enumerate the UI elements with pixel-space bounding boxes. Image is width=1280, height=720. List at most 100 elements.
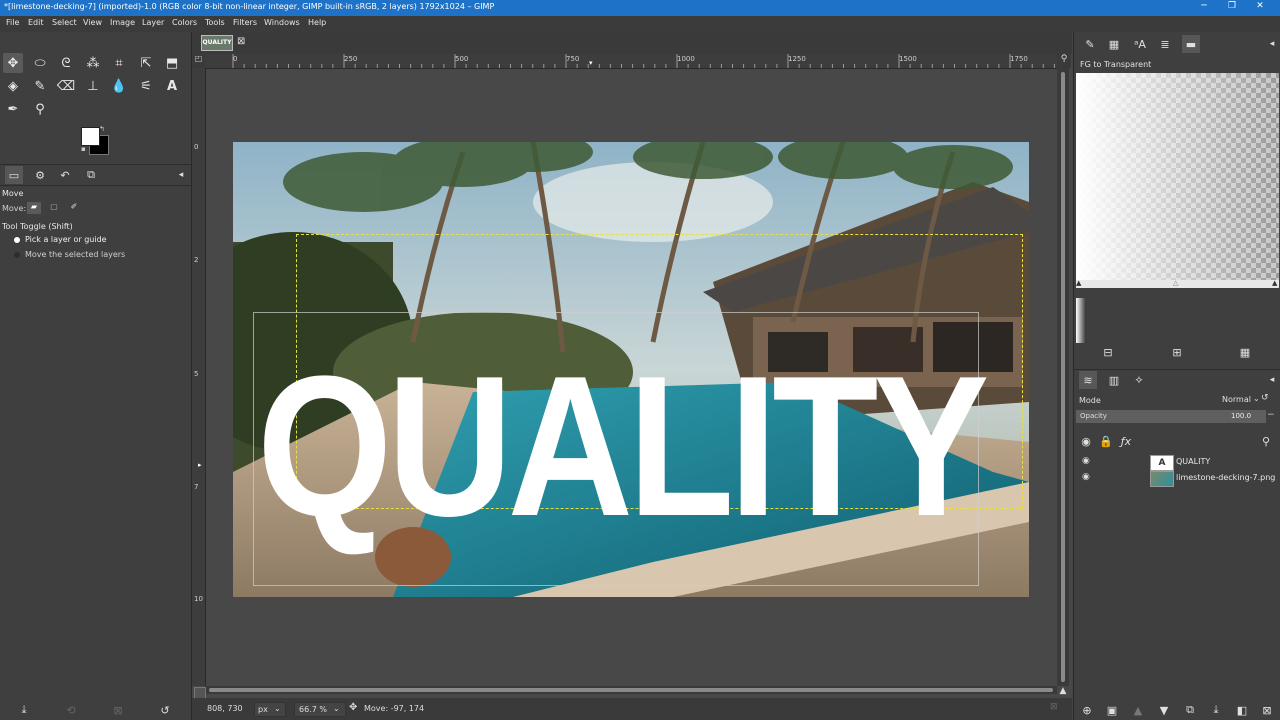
layer-item-quality[interactable]: ◉ A QUALITY — [1076, 454, 1279, 471]
opacity-slider[interactable]: Opacity 100.0 — [1076, 410, 1266, 423]
quality-text[interactable]: QUALITY — [257, 332, 989, 562]
swap-colors-icon[interactable]: ↰ — [99, 125, 105, 133]
close-tab-icon[interactable]: ⊠ — [237, 36, 245, 47]
cancel-action-icon[interactable]: ⊠ — [1050, 702, 1058, 712]
lower-layer-icon[interactable]: ▼ — [1155, 701, 1173, 719]
merge-layer-icon[interactable]: ⤓ — [1207, 701, 1225, 719]
text-tool-icon[interactable]: A — [162, 76, 182, 96]
image-canvas[interactable]: QUALITY ✛ — [233, 142, 1029, 597]
right-stop-icon[interactable]: ▲ — [1272, 279, 1277, 287]
channels-tab-icon[interactable]: ▥ — [1105, 371, 1123, 389]
move-selection-mode-icon[interactable]: ▢ — [47, 202, 61, 214]
warp-transform-icon[interactable]: ⬒ — [162, 53, 182, 73]
crop-icon[interactable]: ⌗ — [109, 53, 129, 73]
foreground-color-swatch[interactable] — [81, 127, 100, 146]
menu-windows[interactable]: Windows — [264, 18, 300, 27]
move-tool-icon[interactable]: ✥ — [3, 53, 23, 73]
fuzzy-select-icon[interactable]: ⁂ — [83, 53, 103, 73]
paths-icon[interactable]: ⚟ — [136, 76, 156, 96]
horizontal-scrollbar[interactable] — [205, 686, 1057, 694]
unit-select[interactable]: px ⌄ — [254, 702, 286, 717]
zoom-select[interactable]: 66.7 % ⌄ — [294, 702, 346, 717]
layer-mode-reset-icon[interactable]: ↺ — [1261, 393, 1269, 403]
pick-layer-radio[interactable] — [14, 237, 20, 243]
patterns-tab-icon[interactable]: ▦ — [1105, 35, 1123, 53]
device-status-tab-icon[interactable]: ⚙ — [31, 166, 49, 184]
menu-colors[interactable]: Colors — [172, 18, 197, 27]
bucket-fill-icon[interactable]: ◈ — [3, 76, 23, 96]
fonts-tab-icon[interactable]: ᵃA — [1131, 35, 1149, 53]
mask-layer-icon[interactable]: ◧ — [1233, 701, 1251, 719]
lock-icon[interactable]: 🔒 — [1097, 432, 1115, 450]
tool-options-tab-icon[interactable]: ▭ — [5, 166, 23, 184]
ellipse-select-icon[interactable]: ⬭ — [30, 53, 50, 73]
gradient-list-thumb[interactable] — [1076, 298, 1086, 343]
zoom-icon[interactable]: ⚲ — [30, 99, 50, 119]
vertical-scrollbar[interactable] — [1057, 68, 1069, 686]
vertical-scroll-thumb[interactable] — [1061, 72, 1065, 682]
delete-options-icon[interactable]: ⊠ — [109, 701, 127, 719]
mode-select[interactable]: Normal ⌄ — [1222, 394, 1260, 406]
view-as-grid-icon[interactable]: ▦ — [1236, 343, 1254, 361]
duplicate-layer-icon[interactable]: ⧉ — [1181, 701, 1199, 719]
search-icon[interactable]: ⚲ — [1257, 432, 1275, 450]
horizontal-ruler[interactable]: 0 250 500 750 1000 1250 1500 1750 ▾ — [205, 54, 1057, 69]
menu-layer[interactable]: Layer — [142, 18, 164, 27]
zoom-out-icon[interactable]: ⊟ — [1099, 343, 1117, 361]
move-path-mode-icon[interactable]: ✐ — [67, 202, 81, 214]
menu-edit[interactable]: Edit — [28, 18, 44, 27]
navigate-icon[interactable]: ▲ — [1057, 686, 1069, 698]
new-layer-icon[interactable]: ⊕ — [1078, 701, 1096, 719]
paths-tab-icon[interactable]: ⟡ — [1130, 371, 1148, 389]
brushes-tab-icon[interactable]: ✎ — [1081, 35, 1099, 53]
smudge-icon[interactable]: 💧 — [109, 76, 129, 96]
images-tab-icon[interactable]: ⧉ — [82, 166, 100, 184]
delete-layer-icon[interactable]: ⊠ — [1258, 701, 1276, 719]
unified-transform-icon[interactable]: ⇱ — [136, 53, 156, 73]
clone-icon[interactable]: ⊥ — [83, 76, 103, 96]
color-picker-icon[interactable]: ✒ — [3, 99, 23, 119]
opacity-decrease-icon[interactable]: − — [1267, 410, 1275, 420]
layers-tab-icon[interactable]: ≋ — [1079, 371, 1097, 389]
new-layer-group-icon[interactable]: ▣ — [1103, 701, 1121, 719]
maximize-icon[interactable]: ❐ — [1224, 1, 1240, 11]
move-selected-radio[interactable] — [14, 252, 20, 258]
menu-view[interactable]: View — [83, 18, 102, 27]
fx-icon[interactable]: ƒx — [1117, 432, 1135, 450]
gradient-stops-bar[interactable]: ▲ △ ▲ — [1076, 279, 1279, 288]
layer-eye-icon[interactable]: ◉ — [1082, 456, 1090, 466]
move-layer-mode-icon[interactable]: ▰ — [27, 202, 41, 214]
document-history-tab-icon[interactable]: ≣ — [1156, 35, 1174, 53]
vertical-ruler[interactable]: 0 2 5 7 10 ▸ — [192, 68, 206, 686]
layer-eye-icon[interactable]: ◉ — [1082, 472, 1090, 482]
configure-brushes-tab-icon[interactable]: ◂ — [1263, 35, 1280, 53]
default-colors-icon[interactable]: ▪ — [81, 145, 86, 153]
configure-layers-tab-icon[interactable]: ◂ — [1263, 371, 1280, 389]
menu-tools[interactable]: Tools — [205, 18, 225, 27]
close-icon[interactable]: ✕ — [1252, 1, 1268, 11]
mid-stop-icon[interactable]: △ — [1173, 279, 1178, 287]
paintbrush-icon[interactable]: ✎ — [30, 76, 50, 96]
gradients-tab-icon[interactable]: ▬ — [1182, 35, 1200, 53]
gradient-preview[interactable] — [1076, 73, 1279, 280]
image-tab-thumbnail[interactable]: QUALITY — [201, 35, 233, 51]
restore-options-icon[interactable]: ⟲ — [62, 701, 80, 719]
menu-image[interactable]: Image — [110, 18, 135, 27]
eraser-icon[interactable]: ⌫ — [56, 76, 76, 96]
reset-options-icon[interactable]: ↺ — [156, 701, 174, 719]
left-stop-icon[interactable]: ▲ — [1076, 279, 1081, 287]
save-options-icon[interactable]: ⤓ — [15, 701, 33, 719]
zoom-fit-icon[interactable]: ⚲ — [1057, 54, 1071, 68]
menu-file[interactable]: File — [6, 18, 19, 27]
undo-history-tab-icon[interactable]: ↶ — [56, 166, 74, 184]
menu-help[interactable]: Help — [308, 18, 326, 27]
free-select-icon[interactable]: ᘓ — [56, 53, 76, 73]
quick-mask-corner-icon[interactable]: ◰ — [192, 54, 205, 68]
zoom-in-icon[interactable]: ⊞ — [1168, 343, 1186, 361]
menu-filters[interactable]: Filters — [233, 18, 257, 27]
visibility-column-eye-icon[interactable]: ◉ — [1077, 432, 1095, 450]
menu-select[interactable]: Select — [52, 18, 77, 27]
horizontal-scroll-thumb[interactable] — [209, 688, 1053, 692]
layer-item-limestone-decking[interactable]: ◉ limestone-decking-7.png — [1076, 470, 1279, 487]
raise-layer-icon[interactable]: ▲ — [1129, 701, 1147, 719]
